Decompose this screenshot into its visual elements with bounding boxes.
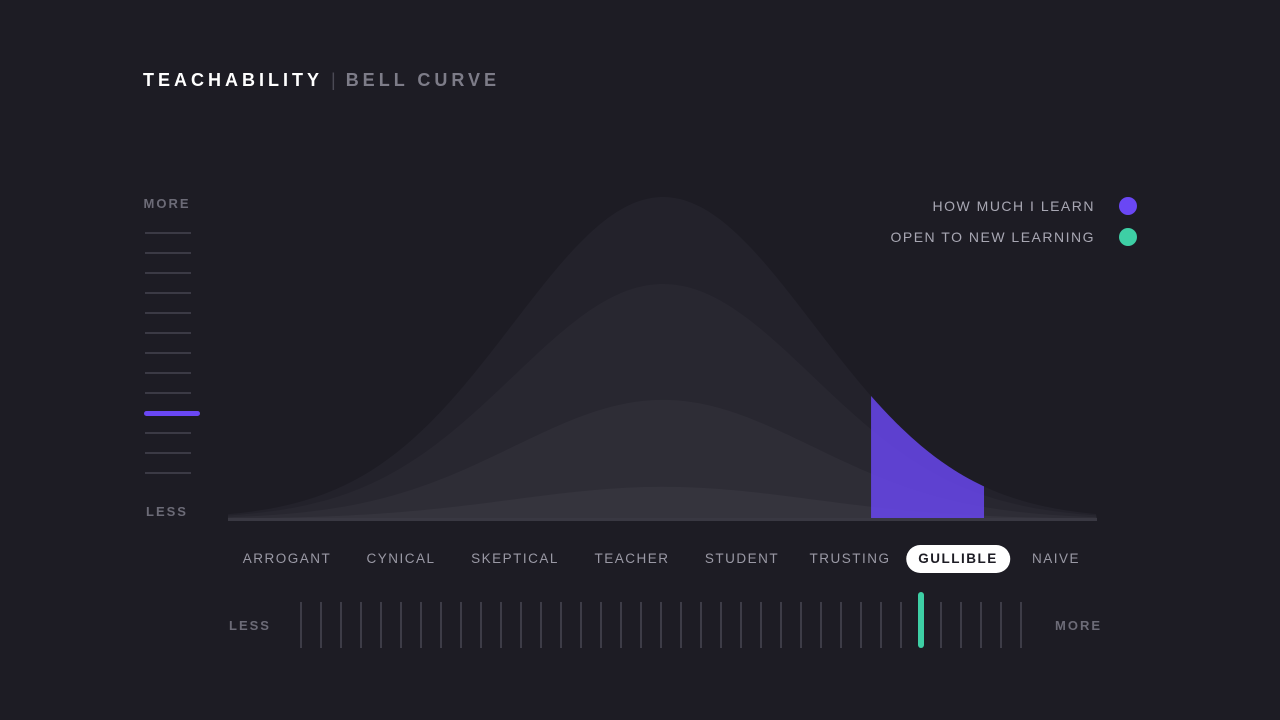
category-student[interactable]: STUDENT xyxy=(693,545,791,573)
legend-label-open: OPEN TO NEW LEARNING xyxy=(890,228,1095,245)
bell-curve-plot xyxy=(228,197,1097,521)
category-row: ARROGANT CYNICAL SKEPTICAL TEACHER STUDENT TR… xyxy=(0,545,1280,575)
horizontal-scale-left-label: LESS xyxy=(229,618,271,633)
legend-dot-open xyxy=(1119,227,1137,246)
baseline xyxy=(228,518,1097,521)
teachability-chart: TEACHABILITY | BELL CURVE MORE LESS HOW MU… xyxy=(0,0,1280,720)
category-naive[interactable]: NAIVE xyxy=(1020,545,1092,573)
legend-label-learn: HOW MUCH I LEARN xyxy=(932,197,1095,214)
legend-item-open: OPEN TO NEW LEARNING xyxy=(890,221,1137,252)
category-arrogant[interactable]: ARROGANT xyxy=(231,545,344,573)
category-trusting[interactable]: TRUSTING xyxy=(798,545,903,573)
highlighted-region xyxy=(871,395,985,519)
legend-dot-learn xyxy=(1119,196,1137,215)
legend: HOW MUCH I LEARN OPEN TO NEW LEARNING xyxy=(890,190,1137,252)
category-gullible[interactable]: GULLIBLE xyxy=(906,545,1010,573)
category-teacher[interactable]: TEACHER xyxy=(582,545,681,573)
legend-item-learn: HOW MUCH I LEARN xyxy=(890,190,1137,221)
horizontal-scale-right-label: MORE xyxy=(1055,618,1102,633)
category-skeptical[interactable]: SKEPTICAL xyxy=(459,545,571,573)
category-cynical[interactable]: CYNICAL xyxy=(354,545,447,573)
